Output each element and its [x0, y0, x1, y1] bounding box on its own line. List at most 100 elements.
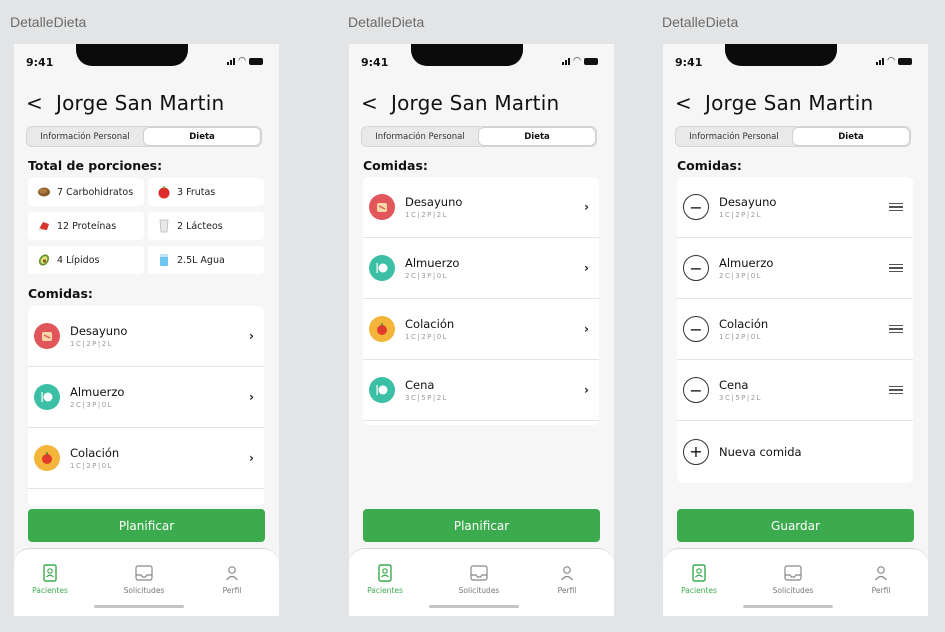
- meal-portions: 3C|5P|2L: [405, 394, 449, 402]
- meal-name: Cena: [719, 378, 749, 392]
- avocado-icon: [36, 253, 52, 267]
- portion-fruits: 3 Frutas: [148, 178, 264, 206]
- meal-portions: 1C|2P|2L: [70, 340, 114, 348]
- header: < Jorge San Martin: [26, 88, 269, 118]
- portion-label: 12 Proteínas: [57, 220, 117, 232]
- list-item-snack: − Colación 1C|2P|0L: [677, 299, 913, 360]
- portion-label: 4 Lípidos: [57, 254, 100, 266]
- toast-icon: [369, 194, 395, 220]
- tab-personal-info[interactable]: Información Personal: [27, 127, 143, 146]
- meat-icon: [36, 220, 52, 232]
- tab-personal-info[interactable]: Información Personal: [676, 127, 792, 146]
- page-title: Jorge San Martin: [705, 91, 874, 115]
- plus-icon[interactable]: +: [683, 438, 709, 465]
- segmented-tabs: Información Personal Dieta: [675, 126, 911, 147]
- status-bar: 9:41 ◠: [14, 44, 279, 80]
- nav-label: Pacientes: [681, 586, 717, 595]
- meal-portions: 3C|5P|2L: [719, 394, 763, 402]
- nav-item-requests[interactable]: Solicitudes: [763, 563, 823, 595]
- wifi-icon: ◠: [573, 56, 581, 66]
- frame-label-3: DetalleDieta: [662, 14, 739, 30]
- list-item-lunch[interactable]: Almuerzo 2C|3P|0L ›: [363, 238, 599, 299]
- milk-icon: [156, 219, 172, 233]
- portions-title: Total de porciones:: [28, 158, 163, 173]
- tab-diet[interactable]: Dieta: [792, 127, 910, 146]
- plan-button[interactable]: Planificar: [28, 509, 265, 542]
- nav-item-patients[interactable]: Pacientes: [20, 563, 80, 595]
- meals-list: Desayuno 1C|2P|2L › Almuerzo 2C|3P|0L › Co…: [363, 177, 599, 425]
- tab-personal-info[interactable]: Información Personal: [362, 127, 478, 146]
- nav-label: Pacientes: [367, 586, 403, 595]
- remove-meal-button[interactable]: −: [683, 377, 709, 403]
- remove-meal-button[interactable]: −: [683, 255, 709, 281]
- remove-meal-button[interactable]: −: [683, 194, 709, 220]
- battery-icon: [249, 57, 263, 65]
- patients-icon: [20, 563, 80, 583]
- nav-item-patients[interactable]: Pacientes: [355, 563, 415, 595]
- drag-handle-icon[interactable]: [889, 202, 903, 212]
- nav-item-requests[interactable]: Solicitudes: [449, 563, 509, 595]
- list-item-breakfast[interactable]: Desayuno 1C|2P|2L ›: [363, 177, 599, 238]
- meals-title: Comidas:: [677, 158, 742, 173]
- status-time: 9:41: [26, 56, 54, 69]
- signal-icon: [227, 57, 236, 65]
- list-item-dinner[interactable]: Cena3C|5P|2L ›: [28, 489, 264, 506]
- tab-diet[interactable]: Dieta: [143, 127, 261, 146]
- meal-portions: 1C|2P|2L: [719, 211, 763, 219]
- add-meal-row[interactable]: + Nueva comida: [677, 421, 913, 482]
- chevron-right-icon: ›: [249, 390, 254, 404]
- nav-item-patients[interactable]: Pacientes: [669, 563, 729, 595]
- list-item-snack[interactable]: Colación 1C|2P|0L ›: [28, 428, 264, 489]
- nav-item-profile[interactable]: Perfil: [537, 563, 597, 595]
- portion-lipids: 4 Lípidos: [28, 246, 144, 274]
- home-indicator: [429, 605, 519, 608]
- portion-water: 2.5L Agua: [148, 246, 264, 274]
- bottom-nav: Pacientes Solicitudes Perfil: [349, 548, 614, 616]
- portions-grid: 7 Carbohidratos 3 Frutas 12 Proteínas 2 …: [28, 178, 264, 274]
- segmented-tabs: Información Personal Dieta: [361, 126, 597, 147]
- back-icon[interactable]: <: [26, 91, 56, 115]
- frame-label-2: DetalleDieta: [348, 14, 425, 30]
- meal-portions: 1C|2P|2L: [405, 211, 449, 219]
- list-item-dinner[interactable]: Cena3C|5P|2L ›: [363, 360, 599, 421]
- chevron-right-icon: ›: [249, 451, 254, 465]
- page-title: Jorge San Martin: [56, 91, 225, 115]
- plate-icon: [369, 377, 395, 403]
- notch: [76, 44, 188, 66]
- list-item-breakfast[interactable]: Desayuno 1C|2P|2L ›: [28, 306, 264, 367]
- plan-button[interactable]: Planificar: [363, 509, 600, 542]
- drag-handle-icon[interactable]: [889, 324, 903, 334]
- list-item-snack[interactable]: Colación 1C|2P|0L ›: [363, 299, 599, 360]
- nav-label: Solicitudes: [123, 586, 165, 595]
- bottom-nav: Pacientes Solicitudes Perfil: [663, 548, 928, 616]
- portion-proteins: 12 Proteínas: [28, 212, 144, 240]
- meal-name: Colación: [405, 317, 455, 331]
- nav-item-requests[interactable]: Solicitudes: [114, 563, 174, 595]
- meal-portions: 1C|2P|0L: [405, 333, 449, 341]
- chevron-right-icon: ›: [249, 329, 254, 343]
- frame-label-1: DetalleDieta: [10, 14, 87, 30]
- chevron-right-icon: ›: [584, 322, 589, 336]
- meals-title: Comidas:: [363, 158, 428, 173]
- patients-icon: [669, 563, 729, 583]
- segmented-tabs: Información Personal Dieta: [26, 126, 262, 147]
- meal-portions: 1C|2P|0L: [70, 462, 114, 470]
- drag-handle-icon[interactable]: [889, 385, 903, 395]
- save-button[interactable]: Guardar: [677, 509, 914, 542]
- chevron-right-icon: ›: [584, 383, 589, 397]
- list-item-lunch[interactable]: Almuerzo 2C|3P|0L ›: [28, 367, 264, 428]
- notch: [411, 44, 523, 66]
- tab-diet[interactable]: Dieta: [478, 127, 596, 146]
- back-icon[interactable]: <: [675, 91, 705, 115]
- back-icon[interactable]: <: [361, 91, 391, 115]
- portion-label: 2 Lácteos: [177, 220, 223, 232]
- remove-meal-button[interactable]: −: [683, 316, 709, 342]
- meal-name: Desayuno: [70, 324, 128, 338]
- drag-handle-icon[interactable]: [889, 263, 903, 273]
- nav-item-profile[interactable]: Perfil: [851, 563, 911, 595]
- nav-label: Solicitudes: [772, 586, 814, 595]
- wifi-icon: ◠: [887, 56, 895, 66]
- nav-item-profile[interactable]: Perfil: [202, 563, 262, 595]
- nav-label: Pacientes: [32, 586, 68, 595]
- notch: [725, 44, 837, 66]
